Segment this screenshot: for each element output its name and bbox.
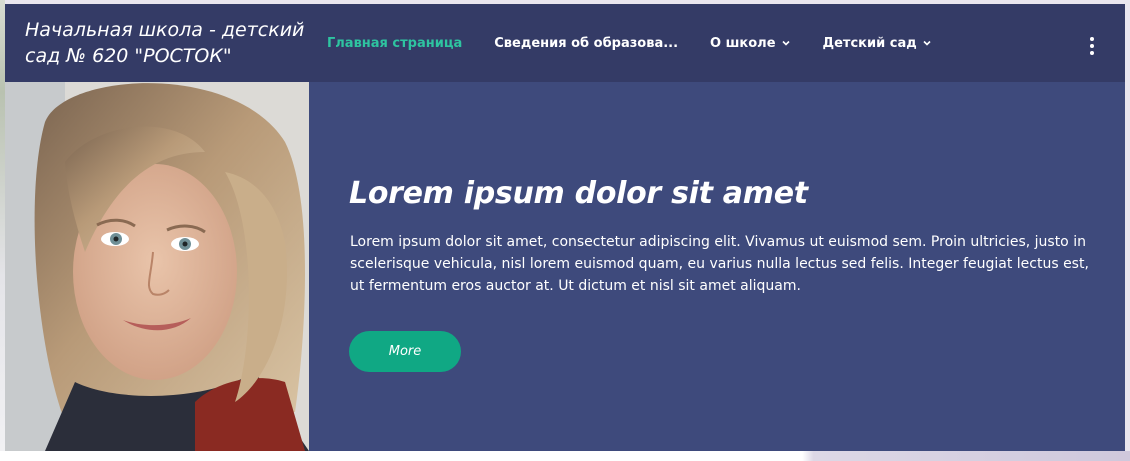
chevron-down-icon [923, 40, 931, 46]
nav-item-label: Детский сад [822, 35, 917, 51]
nav-item-education-info[interactable]: Сведения об образова... [494, 36, 678, 51]
brand-line-1: Начальная школа - детский [25, 19, 305, 41]
nav-item-label: О школе [710, 35, 776, 51]
chevron-down-icon [781, 40, 790, 46]
nav-item-label: Сведения об образова... [494, 35, 679, 51]
site-header: Начальная школа - детский сад № 620 "РОС… [5, 4, 1125, 82]
nav-item-label: Главная страница [327, 35, 463, 51]
more-button[interactable]: More [349, 331, 461, 372]
nav-item-kindergarten[interactable]: Детский сад [823, 36, 932, 51]
portrait-photo [5, 82, 309, 451]
hero-title: Lorem ipsum dolor sit amet [349, 176, 808, 211]
nav-item-about-school[interactable]: О школе [710, 36, 790, 51]
main-nav: Главная страница Сведения об образова...… [327, 4, 964, 82]
brand-line-2: сад № 620 "РОСТОК" [25, 45, 232, 67]
page-backdrop-bottom [0, 451, 1130, 461]
more-button-label: More [388, 344, 422, 359]
site-brand[interactable]: Начальная школа - детский сад № 620 "РОС… [25, 17, 315, 69]
nav-item-home[interactable]: Главная страница [327, 36, 462, 51]
hero-description: Lorem ipsum dolor sit amet, consectetur … [350, 234, 1089, 294]
hero-section: Начальная школа - детский сад № 620 "РОС… [5, 4, 1125, 451]
kebab-menu-icon[interactable] [1085, 37, 1099, 55]
